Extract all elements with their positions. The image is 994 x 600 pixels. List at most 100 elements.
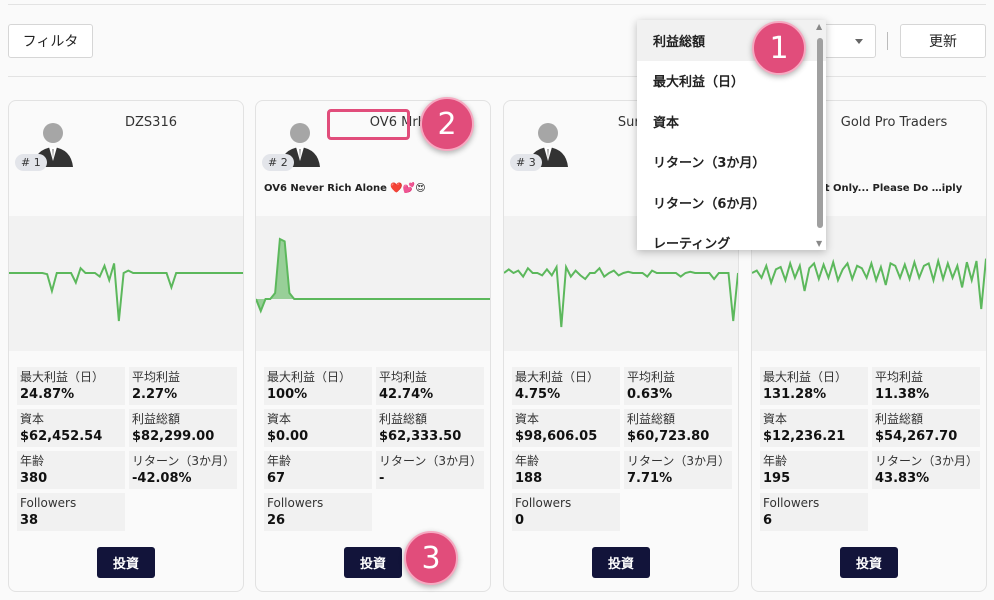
stat-return-3m: リターン（3か月） 43.83% [872, 451, 980, 489]
stat-max-profit: 最大利益（日） 24.87% [17, 367, 125, 405]
stat-avg-profit: 平均利益 0.63% [624, 367, 732, 405]
stat-total-profit: 利益総額 $54,267.70 [872, 409, 980, 447]
stat-label: 年齢 [763, 454, 788, 468]
stat-label: 資本 [515, 412, 540, 426]
stat-label: 資本 [763, 412, 788, 426]
step-badge-1: 1 [752, 21, 806, 75]
stats-grid: 最大利益（日） 24.87% 平均利益 2.27% 資本 $62,452.54 利益総額 $8… [17, 367, 237, 531]
stat-label: リターン（3か月） [379, 454, 483, 468]
stat-followers: Followers 26 [264, 493, 372, 531]
dropdown-option[interactable]: 資本 [637, 101, 826, 142]
trader-name[interactable]: DZS316 [69, 115, 233, 130]
stat-value: 188 [515, 471, 543, 486]
trader-name[interactable]: Gold Pro Traders [812, 115, 976, 130]
stat-value: 42.74% [379, 387, 434, 402]
stat-value: 380 [20, 471, 48, 486]
stat-label: Followers [763, 496, 820, 510]
stat-label: Followers [267, 496, 324, 510]
trader-card: # 2 OV6 MrK OV6 Never Rich Alone ❤️💕😍 最大… [255, 100, 491, 592]
rank-badge: # 3 [510, 154, 542, 171]
stat-age: 年齢 380 [17, 451, 125, 489]
stat-value: 100% [267, 387, 308, 402]
stat-value: 4.75% [515, 387, 561, 402]
stat-value: $98,606.05 [515, 429, 598, 444]
stat-value: -42.08% [132, 471, 192, 486]
stats-grid: 最大利益（日） 4.75% 平均利益 0.63% 資本 $98,606.05 利益総額 $60… [512, 367, 732, 531]
invest-button[interactable]: 投資 [840, 547, 898, 578]
performance-sparkline [256, 216, 490, 351]
stat-value: 2.27% [132, 387, 178, 402]
filter-button[interactable]: フィルタ [8, 24, 93, 58]
stat-label: 最大利益（日） [267, 370, 352, 384]
scroll-up-icon[interactable]: ▲ [816, 22, 822, 31]
dropdown-option[interactable]: リターン（6か月） [637, 182, 826, 223]
stat-label: 最大利益（日） [515, 370, 600, 384]
invest-button[interactable]: 投資 [97, 547, 155, 578]
stat-value: $62,452.54 [20, 429, 103, 444]
stat-label: 年齢 [515, 454, 540, 468]
stat-value: $0.00 [267, 429, 309, 444]
stat-value: 11.38% [875, 387, 930, 402]
stat-label: Followers [515, 496, 572, 510]
stat-followers: Followers 6 [760, 493, 868, 531]
top-divider [8, 4, 986, 5]
stat-label: 最大利益（日） [20, 370, 105, 384]
dropdown-option[interactable]: リターン（3か月） [637, 142, 826, 183]
stat-return-3m: リターン（3か月） 7.71% [624, 451, 732, 489]
invest-button[interactable]: 投資 [592, 547, 650, 578]
trader-card: # 1 DZS316 最大利益（日） 24.87% 平均利益 2.27% 資本 $62,4… [8, 100, 244, 592]
stat-avg-profit: 平均利益 2.27% [129, 367, 237, 405]
stat-avg-profit: 平均利益 42.74% [376, 367, 484, 405]
stat-label: リターン（3か月） [875, 454, 979, 468]
stats-grid: 最大利益（日） 100% 平均利益 42.74% 資本 $0.00 利益総額 $62,333.… [264, 367, 484, 531]
stat-label: 利益総額 [379, 412, 428, 426]
stat-value: 6 [763, 513, 773, 528]
stat-age: 年齢 67 [264, 451, 372, 489]
toolbar-divider [8, 76, 986, 77]
rank-badge: # 2 [262, 154, 294, 171]
stat-value: 26 [267, 513, 286, 528]
trader-description: OV6 Never Rich Alone ❤️💕😍 [264, 183, 426, 194]
sparkline-line [752, 257, 986, 310]
stat-capital: 資本 $0.00 [264, 409, 372, 447]
performance-sparkline [9, 216, 243, 351]
stat-label: 平均利益 [627, 370, 676, 384]
stat-label: 年齢 [20, 454, 45, 468]
stat-value: 67 [267, 471, 286, 486]
stat-label: 利益総額 [875, 412, 924, 426]
stat-value: $62,333.50 [379, 429, 462, 444]
stat-value: 38 [20, 513, 39, 528]
stat-total-profit: 利益総額 $82,299.00 [129, 409, 237, 447]
stat-value: $60,723.80 [627, 429, 710, 444]
scrollbar-thumb[interactable] [817, 38, 823, 228]
rank-badge: # 1 [15, 154, 47, 171]
stat-followers: Followers 0 [512, 493, 620, 531]
toolbar-separator [887, 32, 888, 50]
stat-max-profit: 最大利益（日） 4.75% [512, 367, 620, 405]
stat-age: 年齢 188 [512, 451, 620, 489]
stat-max-profit: 最大利益（日） 100% [264, 367, 372, 405]
stat-value: 0 [515, 513, 525, 528]
scroll-down-icon[interactable]: ▼ [816, 239, 822, 248]
stat-return-3m: リターン（3か月） -42.08% [129, 451, 237, 489]
refresh-button[interactable]: 更新 [900, 24, 986, 58]
dropdown-option[interactable]: レーティング [637, 223, 826, 250]
sparkline-line [9, 263, 243, 322]
stat-value: 195 [763, 471, 791, 486]
stat-label: 平均利益 [875, 370, 924, 384]
stat-age: 年齢 195 [760, 451, 868, 489]
stat-label: 平均利益 [132, 370, 181, 384]
dropdown-scrollbar[interactable]: ▲ ▼ [816, 22, 824, 248]
stat-total-profit: 利益総額 $62,333.50 [376, 409, 484, 447]
stat-max-profit: 最大利益（日） 131.28% [760, 367, 868, 405]
stat-total-profit: 利益総額 $60,723.80 [624, 409, 732, 447]
stat-label: 最大利益（日） [763, 370, 848, 384]
stat-value: $82,299.00 [132, 429, 215, 444]
stat-return-3m: リターン（3か月） - [376, 451, 484, 489]
stat-value: 43.83% [875, 471, 930, 486]
stats-grid: 最大利益（日） 131.28% 平均利益 11.38% 資本 $12,236.21 利益総額… [760, 367, 980, 531]
stat-label: 資本 [267, 412, 292, 426]
invest-button[interactable]: 投資 [344, 547, 402, 578]
stat-label: 利益総額 [132, 412, 181, 426]
stat-label: Followers [20, 496, 77, 510]
